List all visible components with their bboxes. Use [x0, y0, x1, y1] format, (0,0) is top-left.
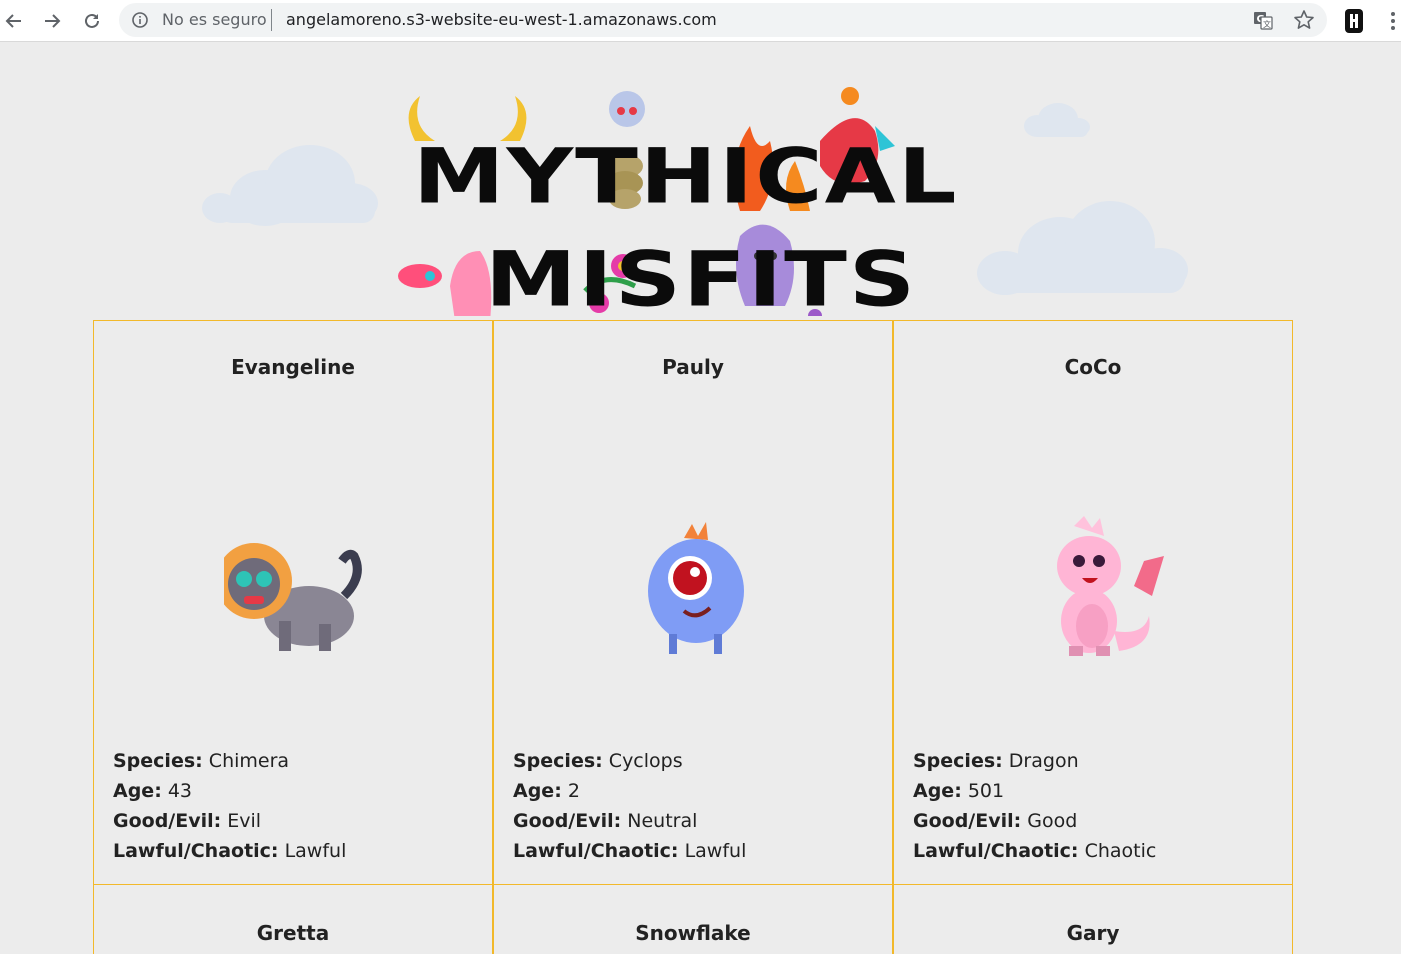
creature-card[interactable]: Evangeline Species: Chimera Age: 43 Good… [93, 320, 493, 885]
reload-icon [85, 13, 99, 28]
lawful-chaotic-label: Lawful/Chaotic: [513, 840, 679, 862]
species-value: Dragon [1008, 750, 1079, 772]
cyclops-illustration [648, 522, 744, 654]
site-logo[interactable]: MYTHICAL MISFITS [395, 71, 995, 324]
arrow-left-icon [5, 14, 21, 28]
page-content: MYTHICAL MISFITS Evangeline Species: Chi… [0, 43, 1401, 954]
lawful-chaotic-value: Lawful [284, 840, 347, 862]
address-bar[interactable]: No es seguro angelamoreno.s3-website-eu-… [119, 3, 1327, 37]
creature-name: Gretta [256, 921, 330, 945]
extension-icon[interactable] [1343, 8, 1365, 34]
good-evil-label: Good/Evil: [513, 810, 622, 832]
creature-card[interactable]: Gary [893, 884, 1293, 954]
reload-button[interactable] [78, 7, 106, 35]
svg-text:文: 文 [1263, 19, 1271, 29]
cloud-decoration [977, 201, 1188, 295]
creature-details: Species: Dragon Age: 501 Good/Evil: Good… [913, 746, 1156, 866]
arrow-right-icon [45, 14, 61, 28]
lawful-chaotic-label: Lawful/Chaotic: [913, 840, 1079, 862]
cloud-decoration [1024, 103, 1090, 137]
forward-button[interactable] [38, 7, 66, 35]
creature-name: CoCo [1064, 355, 1122, 379]
age-value: 43 [167, 780, 193, 802]
creature-details: Species: Cyclops Age: 2 Good/Evil: Neutr… [513, 746, 746, 866]
creature-name: Snowflake [635, 921, 751, 945]
security-status[interactable]: No es seguro [162, 10, 267, 29]
species-label: Species: [113, 750, 203, 772]
age-label: Age: [513, 780, 562, 802]
creature-details: Species: Chimera Age: 43 Good/Evil: Evil… [113, 746, 346, 866]
divider [271, 9, 272, 31]
bookmark-star-icon[interactable] [1293, 9, 1315, 31]
translate-icon[interactable]: G文 [1253, 10, 1273, 30]
good-evil-label: Good/Evil: [113, 810, 222, 832]
url-text[interactable]: angelamoreno.s3-website-eu-west-1.amazon… [286, 10, 717, 29]
good-evil-value: Evil [227, 810, 262, 832]
chimera-illustration [224, 543, 362, 651]
age-label: Age: [113, 780, 162, 802]
creature-name: Gary [1066, 921, 1120, 945]
age-value: 501 [967, 780, 1005, 802]
lawful-chaotic-value: Lawful [684, 840, 747, 862]
creature-card[interactable]: Gretta [93, 884, 493, 954]
creature-name: Pauly [662, 355, 724, 379]
info-icon[interactable] [131, 11, 149, 29]
dragon-illustration [1057, 516, 1164, 656]
species-value: Cyclops [608, 750, 683, 772]
age-value: 2 [567, 780, 580, 802]
cloud-decoration [202, 145, 378, 226]
age-label: Age: [913, 780, 962, 802]
creature-name: Evangeline [231, 355, 355, 379]
species-label: Species: [513, 750, 603, 772]
creature-card[interactable]: Pauly Species: Cyclops Age: 2 Good/Evil:… [493, 320, 893, 885]
lawful-chaotic-label: Lawful/Chaotic: [113, 840, 279, 862]
logo-line-2: MISFITS [485, 236, 918, 324]
menu-kebab-icon[interactable] [1385, 9, 1401, 33]
back-button[interactable] [0, 7, 28, 35]
creature-card[interactable]: Snowflake [493, 884, 893, 954]
creature-card[interactable]: CoCo Species: Dragon Age: 501 Good/Evil:… [893, 320, 1293, 885]
lawful-chaotic-value: Chaotic [1084, 840, 1157, 862]
browser-toolbar: No es seguro angelamoreno.s3-website-eu-… [0, 0, 1401, 42]
species-value: Chimera [208, 750, 290, 772]
good-evil-value: Neutral [627, 810, 698, 832]
logo-line-1: MYTHICAL [413, 133, 959, 221]
good-evil-label: Good/Evil: [913, 810, 1022, 832]
species-label: Species: [913, 750, 1003, 772]
good-evil-value: Good [1027, 810, 1078, 832]
